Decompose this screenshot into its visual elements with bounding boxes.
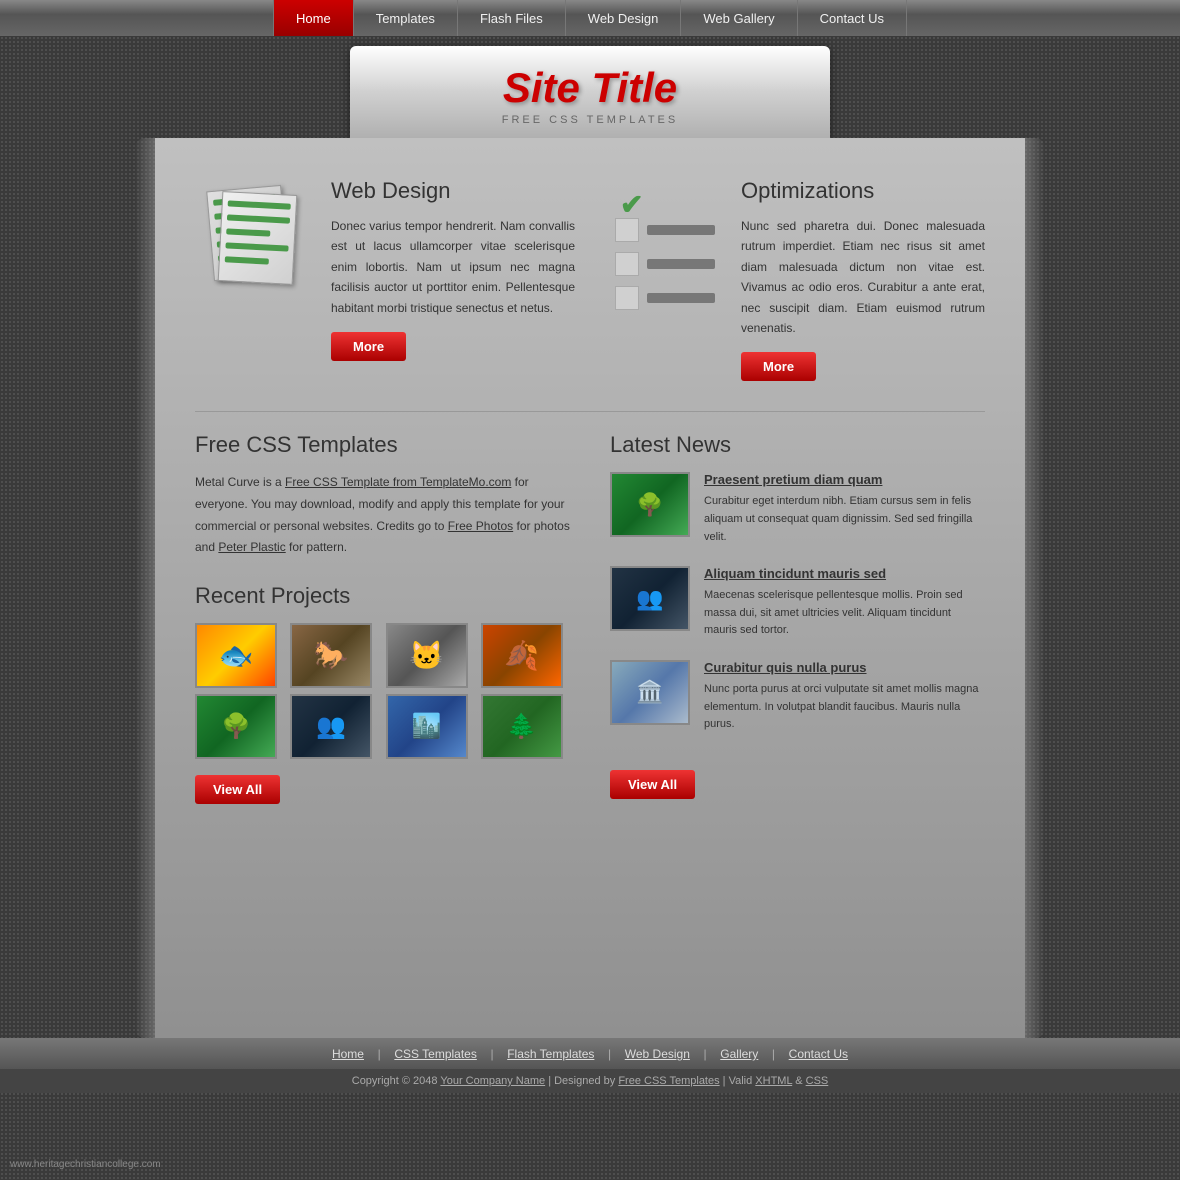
recent-projects-title: Recent Projects [195,583,570,609]
nav-web-design[interactable]: Web Design [566,0,682,36]
project-thumb-7[interactable] [386,694,468,759]
webdesign-icon [210,188,300,288]
nav-contact-us[interactable]: Contact Us [798,0,907,36]
optimizations-text: Optimizations Nunc sed pharetra dui. Don… [741,178,985,381]
news-title-2[interactable]: Aliquam tincidunt mauris sed [704,566,985,581]
logo-box: Site Title FREE CSS TEMPLATES [350,46,830,138]
right-column: Latest News Praesent pretium diam quam C… [610,432,985,803]
news-item-3: Curabitur quis nulla purus Nunc porta pu… [610,660,985,734]
site-subtitle: FREE CSS TEMPLATES [380,114,800,126]
news-item-1: Praesent pretium diam quam Curabitur ege… [610,472,985,546]
news-content-3: Curabitur quis nulla purus Nunc porta pu… [704,660,985,734]
footer-link-home[interactable]: Home [332,1047,364,1061]
free-css-body: Metal Curve is a Free CSS Template from … [195,472,570,558]
footer-link-flash-templates[interactable]: Flash Templates [507,1047,594,1061]
nav-web-gallery[interactable]: Web Gallery [681,0,797,36]
footer-link-css-templates[interactable]: CSS Templates [394,1047,476,1061]
free-css-title: Free CSS Templates [195,432,570,458]
footer-link-gallery[interactable]: Gallery [720,1047,758,1061]
doc-layer-2 [218,191,298,285]
project-thumb-1[interactable] [195,623,277,688]
css-link[interactable]: CSS [806,1075,829,1087]
optimizations-icon-container: ✔ [605,178,725,381]
designed-by-text: | Designed by [545,1075,618,1087]
nav-templates[interactable]: Templates [354,0,458,36]
news-body-1: Curabitur eget interdum nibh. Etiam curs… [704,493,985,546]
webdesign-body: Donec varius tempor hendrerit. Nam conva… [331,216,575,318]
feature-optimizations: ✔ [605,178,985,381]
valid-text: | Valid [720,1075,756,1087]
news-thumb-2 [610,566,690,631]
webdesign-more-button[interactable]: More [331,332,406,361]
link-peter-plastic[interactable]: Peter Plastic [218,540,285,554]
news-title-1[interactable]: Praesent pretium diam quam [704,472,985,487]
project-thumb-3[interactable] [386,623,468,688]
footer-link-web-design[interactable]: Web Design [625,1047,690,1061]
webdesign-icon-container [195,178,315,381]
news-view-all-button[interactable]: View All [610,770,695,799]
optimizations-title: Optimizations [741,178,985,204]
news-item-2: Aliquam tincidunt mauris sed Maecenas sc… [610,566,985,640]
project-thumb-5[interactable] [195,694,277,759]
news-content-2: Aliquam tincidunt mauris sed Maecenas sc… [704,566,985,640]
news-thumb-1 [610,472,690,537]
webdesign-title: Web Design [331,178,575,204]
nav-flash-files[interactable]: Flash Files [458,0,566,36]
project-thumb-2[interactable] [290,623,372,688]
latest-news-title: Latest News [610,432,985,458]
feature-webdesign: Web Design Donec varius tempor hendrerit… [195,178,575,381]
bottom-section: Free CSS Templates Metal Curve is a Free… [195,432,985,803]
news-title-3[interactable]: Curabitur quis nulla purus [704,660,985,675]
project-thumb-6[interactable] [290,694,372,759]
and-text: & [792,1075,805,1087]
navigation: Home Templates Flash Files Web Design We… [0,0,1180,36]
news-body-2: Maecenas scelerisque pellentesque mollis… [704,587,985,640]
left-column: Free CSS Templates Metal Curve is a Free… [195,432,570,803]
checkmark-icon: ✔ [620,188,643,221]
website-url: www.heritagechristiancollege.com [10,1159,161,1170]
news-thumb-3 [610,660,690,725]
company-name-link[interactable]: Your Company Name [440,1075,545,1087]
news-body-3: Nunc porta purus at orci vulputate sit a… [704,681,985,734]
link-templatemo[interactable]: Free CSS Template from TemplateMo.com [285,475,511,489]
main-wrapper: Site Title FREE CSS TEMPLATES [155,46,1025,1038]
projects-grid [195,623,570,759]
logo-container: Site Title FREE CSS TEMPLATES [155,46,1025,138]
features-row: Web Design Donec varius tempor hendrerit… [195,158,985,401]
site-title: Site Title [380,64,800,112]
link-free-photos[interactable]: Free Photos [448,519,513,533]
footer-link-contact-us[interactable]: Contact Us [789,1047,848,1061]
news-content-1: Praesent pretium diam quam Curabitur ege… [704,472,985,546]
footer-bottom: Copyright © 2048 Your Company Name | Des… [0,1069,1180,1093]
project-thumb-8[interactable] [481,694,563,759]
xhtml-link[interactable]: XHTML [755,1075,792,1087]
content-area: Web Design Donec varius tempor hendrerit… [155,138,1025,1038]
section-divider [195,411,985,412]
optimizations-icon: ✔ [615,198,715,320]
nav-home[interactable]: Home [273,0,354,36]
optimizations-body: Nunc sed pharetra dui. Donec malesuada r… [741,216,985,338]
copyright-text: Copyright © 2048 [352,1075,441,1087]
designer-link[interactable]: Free CSS Templates [618,1075,719,1087]
optimizations-more-button[interactable]: More [741,352,816,381]
footer-nav: Home | CSS Templates | Flash Templates |… [0,1038,1180,1069]
webdesign-text: Web Design Donec varius tempor hendrerit… [331,178,575,381]
projects-view-all-button[interactable]: View All [195,775,280,804]
project-thumb-4[interactable] [481,623,563,688]
